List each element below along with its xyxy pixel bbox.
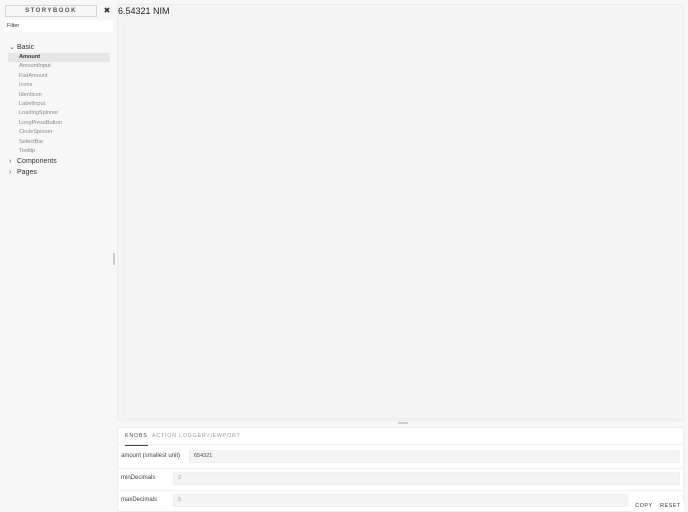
knob-label-amount: amount (smallest unit) <box>121 453 181 459</box>
brand-row: STORYBOOK ✖ <box>5 5 113 17</box>
tree-group-basic[interactable]: ⌄ Basic <box>8 42 112 53</box>
reset-button[interactable]: RESET <box>657 501 684 512</box>
knob-input-amount[interactable]: 654321 <box>189 450 680 463</box>
amount-display: 6.54321 NIM <box>118 6 170 16</box>
tree-group-components[interactable]: › Components <box>8 156 112 167</box>
story-item-identicon[interactable]: Identicon <box>8 91 110 100</box>
tree-group-label: Components <box>17 158 57 166</box>
story-item-tooltip[interactable]: Tooltip <box>8 147 110 156</box>
row-divider <box>118 490 683 491</box>
tree-group-label: Basic <box>17 44 35 51</box>
filter-input[interactable] <box>5 20 113 32</box>
panel-resize-handle[interactable] <box>398 422 408 424</box>
story-item-icons[interactable]: Icons <box>8 81 110 90</box>
copy-button[interactable]: COPY <box>632 501 656 512</box>
tab-viewport[interactable]: VIEWPORT <box>206 428 241 445</box>
story-item-amountinput[interactable]: AmountInput <box>8 62 110 71</box>
story-item-amount[interactable]: Amount <box>8 53 110 63</box>
story-item-longpressbutton[interactable]: LongPressButton <box>8 119 110 128</box>
story-preview: 6.54321 NIM <box>117 4 684 421</box>
tab-action-logger[interactable]: ACTION LOGGER <box>152 428 207 445</box>
tree-group-label: Pages <box>17 169 37 177</box>
addon-tabs: KNOBS ACTION LOGGER VIEWPORT <box>118 428 683 446</box>
storybook-brand-link[interactable]: STORYBOOK <box>5 5 97 17</box>
knob-input-maxdecimals[interactable]: 5 <box>173 494 628 507</box>
chevron-right-icon: › <box>9 169 12 177</box>
sidebar: STORYBOOK ✖ ⌄ Basic Amount AmountInput F… <box>0 0 116 512</box>
story-item-loadingspinner[interactable]: LoadingSpinner <box>8 109 110 118</box>
chevron-down-icon: ⌄ <box>9 44 15 51</box>
addon-panel: KNOBS ACTION LOGGER VIEWPORT amount (sma… <box>117 427 684 512</box>
knob-input-mindecimals[interactable]: 2 <box>173 472 680 485</box>
sidebar-resize-handle[interactable] <box>113 253 115 265</box>
story-tree: ⌄ Basic Amount AmountInput FiatAmount Ic… <box>8 42 112 178</box>
close-icon[interactable]: ✖ <box>101 5 113 17</box>
tab-knobs[interactable]: KNOBS <box>125 428 148 446</box>
tree-group-pages[interactable]: › Pages <box>8 167 112 178</box>
knob-label-mindecimals: minDecimals <box>121 475 156 481</box>
story-item-labelinput[interactable]: LabelInput <box>8 100 110 109</box>
preview-frame <box>124 21 679 419</box>
row-divider <box>118 468 683 469</box>
chevron-right-icon: › <box>9 158 12 166</box>
knob-label-maxdecimals: maxDecimals <box>121 497 158 503</box>
story-item-circlespinner[interactable]: CircleSpinner <box>8 128 110 137</box>
story-item-selectbar[interactable]: SelectBar <box>8 138 110 147</box>
story-item-fiatamount[interactable]: FiatAmount <box>8 72 110 81</box>
